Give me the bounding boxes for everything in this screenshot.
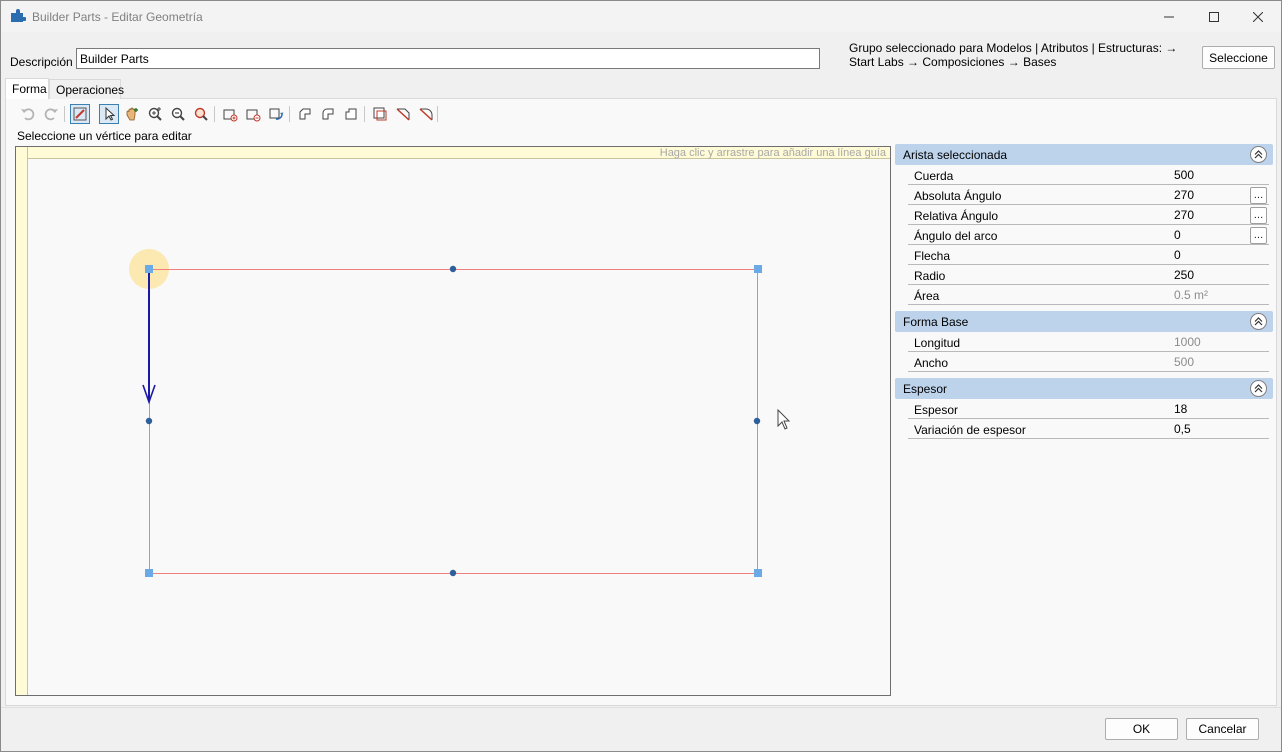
prop-label: Radio [914, 269, 946, 283]
zoom-fit-icon[interactable] [191, 104, 211, 124]
select-pointer-icon[interactable] [99, 104, 119, 124]
prop-row-cuerda[interactable]: Cuerda 500 [908, 165, 1269, 185]
prop-label: Variación de espesor [914, 423, 1026, 437]
arc-edge-icon[interactable] [416, 104, 436, 124]
ok-button[interactable]: OK [1105, 718, 1178, 740]
geometry-canvas[interactable]: Haga clic y arrastre para añadir una lín… [15, 146, 891, 696]
mouse-cursor-icon [777, 409, 791, 430]
section-selected-edge[interactable]: Arista seleccionada [895, 144, 1273, 165]
prop-row-radio[interactable]: Radio 250 [908, 265, 1269, 285]
footer-divider [1, 707, 1281, 708]
maximize-button[interactable] [1191, 1, 1237, 32]
prop-label: Flecha [914, 249, 951, 263]
prop-value[interactable]: 0,5 [1174, 422, 1191, 436]
description-input[interactable] [76, 48, 820, 69]
section-title: Forma Base [903, 315, 969, 329]
remove-shape-icon[interactable] [243, 104, 263, 124]
midpoint-top[interactable] [449, 265, 457, 273]
prop-value: 500 [1174, 355, 1195, 369]
prop-label: Área [914, 289, 940, 303]
ellipsis-button[interactable]: … [1250, 207, 1267, 224]
zoom-out-icon[interactable] [168, 104, 188, 124]
section-title: Espesor [903, 382, 948, 396]
prop-row-longitud: Longitud 1000 [908, 332, 1269, 352]
properties-panel: Arista seleccionada Cuerda 500 Absoluta … [895, 144, 1273, 439]
tab-operaciones[interactable]: Operaciones [49, 79, 124, 99]
ellipsis-button[interactable]: … [1250, 187, 1267, 204]
prop-label: Absoluta Ángulo [914, 189, 1002, 203]
rotate-shape-icon[interactable] [266, 104, 286, 124]
minimize-button[interactable] [1146, 1, 1192, 32]
vertex-handle-top-right[interactable] [754, 265, 762, 273]
collapse-chevron-icon[interactable] [1250, 146, 1267, 163]
notch-corner-icon[interactable] [341, 104, 361, 124]
prop-row-thickness-variation[interactable]: Variación de espesor 0,5 [908, 419, 1269, 439]
prop-value[interactable]: 500 [1174, 168, 1194, 182]
prop-value[interactable]: 0 [1174, 228, 1181, 242]
redo-icon[interactable] [41, 104, 61, 124]
app-puzzle-icon [10, 9, 27, 23]
prop-row-relative-angle[interactable]: Relativa Ángulo 270 … [908, 205, 1269, 225]
section-thickness[interactable]: Espesor [895, 378, 1273, 399]
prop-label: Relativa Ángulo [914, 209, 999, 223]
midpoint-bottom[interactable] [449, 569, 457, 577]
prop-value[interactable]: 270 [1174, 208, 1194, 222]
prop-label: Cuerda [914, 169, 954, 183]
select-group-button[interactable]: Seleccione [1202, 46, 1275, 69]
bevel-edge-icon[interactable] [393, 104, 413, 124]
prop-row-espesor[interactable]: Espesor 18 [908, 399, 1269, 419]
editor-window: Builder Parts - Editar Geometría Descrip… [0, 0, 1282, 752]
prop-row-arc-angle[interactable]: Ángulo del arco 0 … [908, 225, 1269, 245]
round-corner-icon[interactable] [318, 104, 338, 124]
add-shape-icon[interactable] [220, 104, 240, 124]
vertex-handle-top-left[interactable] [145, 265, 153, 273]
instruction-text: Seleccione un vértice para editar [17, 129, 192, 143]
cancel-button[interactable]: Cancelar [1186, 718, 1259, 740]
collapse-chevron-icon[interactable] [1250, 380, 1267, 397]
selected-group-text: Grupo seleccionado para Modelos | Atribu… [849, 41, 1178, 69]
section-title: Arista seleccionada [903, 148, 1008, 162]
edit-vertex-icon[interactable] [70, 104, 90, 124]
prop-row-ancho: Ancho 500 [908, 352, 1269, 372]
prop-value[interactable]: 18 [1174, 402, 1187, 416]
prop-row-flecha[interactable]: Flecha 0 [908, 245, 1269, 265]
prop-value[interactable]: 0 [1174, 248, 1181, 262]
vertex-handle-bottom-right[interactable] [754, 569, 762, 577]
midpoint-left[interactable] [145, 417, 153, 425]
vertex-handle-bottom-left[interactable] [145, 569, 153, 577]
collapse-chevron-icon[interactable] [1250, 313, 1267, 330]
prop-row-area: Área 0.5 m² [908, 285, 1269, 305]
prop-value[interactable]: 250 [1174, 268, 1194, 282]
section-base-shape[interactable]: Forma Base [895, 311, 1273, 332]
close-button[interactable] [1235, 1, 1281, 32]
description-label: Descripción [10, 55, 73, 69]
window-title: Builder Parts - Editar Geometría [32, 10, 203, 24]
undo-icon[interactable] [18, 104, 38, 124]
prop-value: 1000 [1174, 335, 1201, 349]
prop-value[interactable]: 270 [1174, 188, 1194, 202]
prop-label: Espesor [914, 403, 959, 417]
tab-forma[interactable]: Forma [5, 78, 49, 99]
prop-label: Ancho [914, 356, 949, 370]
shape-drawing [129, 249, 762, 577]
prop-label: Ángulo del arco [914, 229, 998, 243]
midpoint-right[interactable] [753, 417, 761, 425]
ellipsis-button[interactable]: … [1250, 227, 1267, 244]
shape-outline[interactable] [149, 269, 758, 574]
prop-row-absolute-angle[interactable]: Absoluta Ángulo 270 … [908, 185, 1269, 205]
pan-hand-icon[interactable] [122, 104, 142, 124]
title-bar: Builder Parts - Editar Geometría [1, 1, 1281, 32]
prop-value: 0.5 m² [1174, 288, 1209, 302]
offset-corner-icon[interactable] [370, 104, 390, 124]
prop-label: Longitud [914, 336, 961, 350]
zoom-in-icon[interactable] [145, 104, 165, 124]
chamfer-corner-icon[interactable] [295, 104, 315, 124]
